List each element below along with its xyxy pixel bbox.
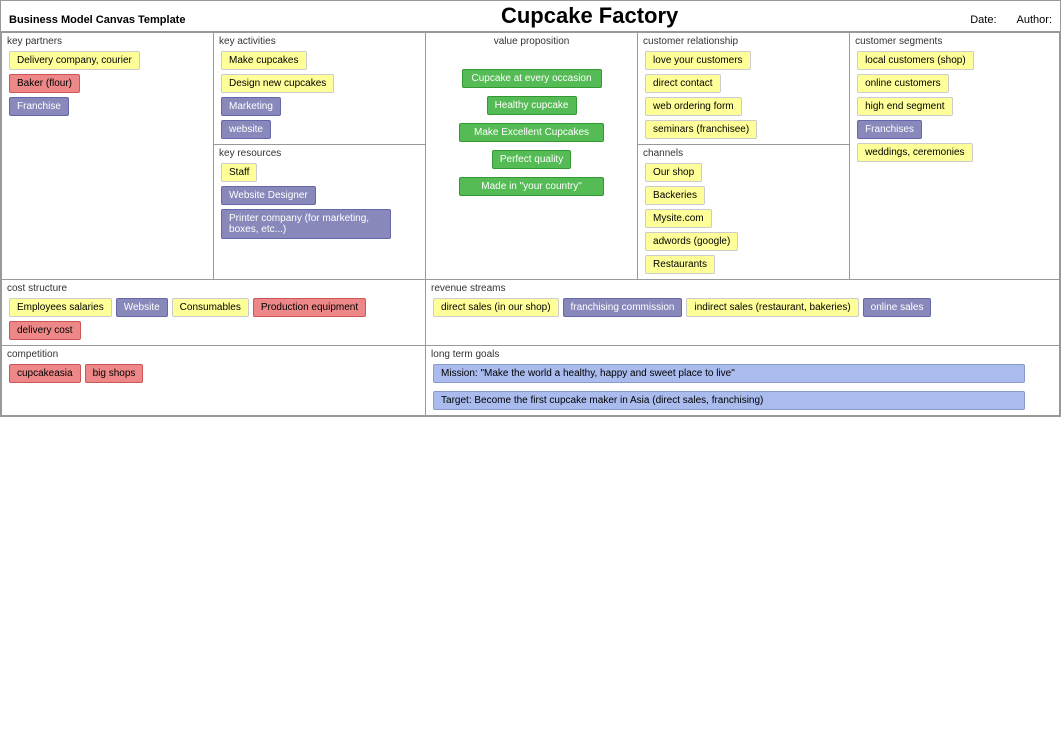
revenue-label: revenue streams [431,283,1054,294]
cost-label: cost structure [7,283,420,294]
key-partners-tags: Delivery company, courier Baker (flour) … [7,49,208,118]
header-meta: Date: Author: [970,14,1052,26]
tag-production[interactable]: Production equipment [253,298,366,317]
tag-cupcakeasia[interactable]: cupcakeasia [9,364,81,383]
tag-consumables[interactable]: Consumables [172,298,249,317]
revenue-streams-cell: revenue streams direct sales (in our sho… [426,280,1060,346]
tag-baker[interactable]: Baker (flour) [9,74,80,93]
tag-website-cost[interactable]: Website [116,298,168,317]
date-label: Date: [970,14,996,26]
tag-quality[interactable]: Perfect quality [492,150,571,169]
app-title: Business Model Canvas Template [9,14,209,26]
row-3: cost structure Employees salaries Websit… [2,280,1060,346]
tag-franchises[interactable]: Franchises [857,120,922,139]
tag-online-sales[interactable]: online sales [863,298,932,317]
tag-online-cust[interactable]: online customers [857,74,949,93]
key-partners-cell: key partners Delivery company, courier B… [2,33,214,280]
author-label: Author: [1017,14,1052,26]
tag-mission[interactable]: Mission: "Make the world a healthy, happ… [433,364,1025,383]
long-term-goals-cell: long term goals Mission: "Make the world… [426,346,1060,416]
tag-delivery[interactable]: Delivery company, courier [9,51,140,70]
row-4: competition cupcakeasia big shops long t… [2,346,1060,416]
tag-seminars[interactable]: seminars (franchisee) [645,120,757,139]
tag-high-end[interactable]: high end segment [857,97,953,116]
tag-target[interactable]: Target: Become the first cupcake maker i… [433,391,1025,410]
tag-weddings[interactable]: weddings, ceremonies [857,143,973,162]
tag-make-cupcakes[interactable]: Make cupcakes [221,51,306,70]
tag-shop[interactable]: Our shop [645,163,702,182]
tag-backeries[interactable]: Backeries [645,186,705,205]
competition-tags: cupcakeasia big shops [7,362,420,385]
tag-healthy[interactable]: Healthy cupcake [487,96,577,115]
tag-country[interactable]: Made in "your country" [459,177,604,196]
tag-cupcake-occasion[interactable]: Cupcake at every occasion [462,69,602,88]
customer-segments-cell: customer segments local customers (shop)… [850,33,1060,280]
tag-direct[interactable]: direct contact [645,74,720,93]
competition-label: competition [7,349,420,360]
tag-web-designer[interactable]: Website Designer [221,186,316,205]
cost-structure-cell: cost structure Employees salaries Websit… [2,280,426,346]
tag-printer[interactable]: Printer company (for marketing, boxes, e… [221,209,391,239]
tag-salaries[interactable]: Employees salaries [9,298,112,317]
tag-marketing[interactable]: Marketing [221,97,281,116]
tag-franchise[interactable]: Franchise [9,97,69,116]
customer-seg-tags: local customers (shop) online customers … [855,49,1054,164]
tag-delivery-cost[interactable]: delivery cost [9,321,81,340]
channels-cell: channels Our shop Backeries Mysite.com a… [638,145,850,280]
channels-label: channels [643,148,844,159]
canvas-container: Business Model Canvas Template Cupcake F… [0,0,1061,417]
canvas-title: Cupcake Factory [209,3,970,29]
bmc-table: key partners Delivery company, courier B… [1,32,1060,416]
key-resources-cell: key resources Staff Website Designer Pri… [214,145,426,280]
tag-web-order[interactable]: web ordering form [645,97,742,116]
key-activities-cell: key activities Make cupcakes Design new … [214,33,426,145]
key-resources-tags: Staff Website Designer Printer company (… [219,161,420,241]
customer-seg-label: customer segments [855,36,1054,47]
tag-restaurants[interactable]: Restaurants [645,255,715,274]
tag-design[interactable]: Design new cupcakes [221,74,334,93]
tag-website-act[interactable]: website [221,120,271,139]
cost-tags: Employees salaries Website Consumables P… [7,296,420,342]
key-res-label: key resources [219,148,420,159]
customer-relationship-cell: customer relationship love your customer… [638,33,850,145]
key-partners-label: key partners [7,36,208,47]
tag-excellent[interactable]: Make Excellent Cupcakes [459,123,604,142]
tag-staff[interactable]: Staff [221,163,257,182]
tag-indirect-sales[interactable]: indirect sales (restaurant, bakeries) [686,298,858,317]
goals-tags: Mission: "Make the world a healthy, happ… [431,362,1054,412]
tag-direct-sales[interactable]: direct sales (in our shop) [433,298,559,317]
tag-love[interactable]: love your customers [645,51,750,70]
goals-label: long term goals [431,349,1054,360]
value-proposition-cell: value proposition Cupcake at every occas… [426,33,638,280]
tag-franchising[interactable]: franchising commission [563,298,683,317]
customer-rel-tags: love your customers direct contact web o… [643,49,844,141]
row-1: key partners Delivery company, courier B… [2,33,1060,145]
channels-tags: Our shop Backeries Mysite.com adwords (g… [643,161,844,276]
tag-local[interactable]: local customers (shop) [857,51,974,70]
value-prop-tags: Cupcake at every occasion Healthy cupcak… [431,67,632,198]
customer-rel-label: customer relationship [643,36,844,47]
tag-mysite[interactable]: Mysite.com [645,209,712,228]
key-activities-label: key activities [219,36,420,47]
tag-adwords[interactable]: adwords (google) [645,232,738,251]
revenue-tags: direct sales (in our shop) franchising c… [431,296,1054,319]
tag-big-shops[interactable]: big shops [85,364,144,383]
value-prop-label: value proposition [431,36,632,47]
header: Business Model Canvas Template Cupcake F… [1,1,1060,32]
key-activities-tags: Make cupcakes Design new cupcakes Market… [219,49,420,141]
competition-cell: competition cupcakeasia big shops [2,346,426,416]
